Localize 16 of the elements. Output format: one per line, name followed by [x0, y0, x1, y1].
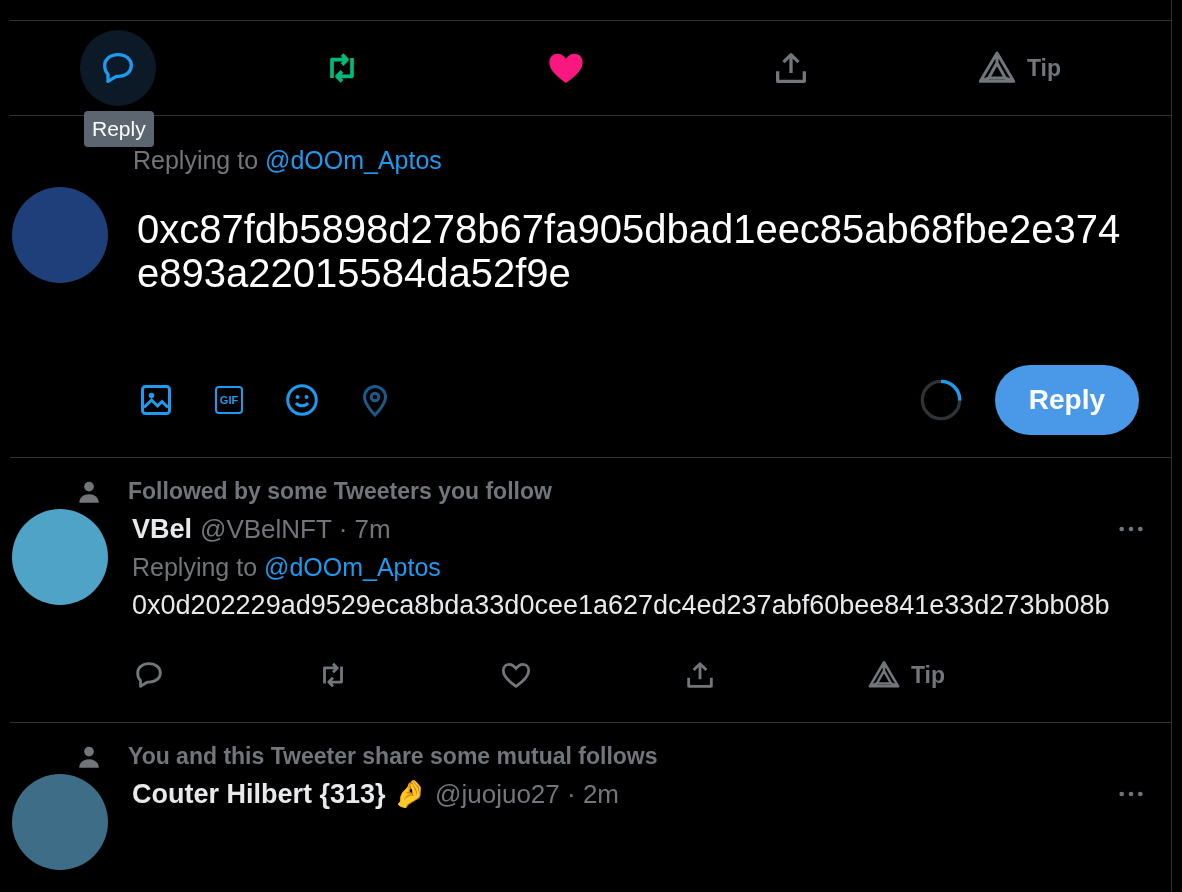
tooltip: Reply [84, 111, 154, 147]
display-name[interactable]: VBel [132, 513, 193, 545]
display-name[interactable]: Couter Hilbert {313} 🤌 [132, 778, 428, 810]
social-context: Followed by some Tweeters you follow [128, 478, 552, 505]
handle-and-time: @juojuo27 · 2m [435, 778, 620, 810]
tip-button[interactable]: Tip [976, 30, 1061, 106]
mention-link[interactable]: @dOOm_Aptos [264, 553, 441, 581]
handle-and-time: @VBelNFT · 7m [200, 513, 392, 545]
replying-to: Replying to @dOOm_Aptos [133, 146, 442, 175]
replying-to: Replying to @dOOm_Aptos [132, 553, 441, 582]
tweet-text: 0x0d202229ad9529eca8bda33d0cee1a627dc4ed237abf60bee841e33d273bb08b [132, 589, 1111, 622]
social-context: You and this Tweeter share some mutual follows [128, 743, 658, 770]
mention-link[interactable]: @dOOm_Aptos [265, 146, 442, 174]
character-counter [918, 378, 963, 422]
reply-input-field[interactable]: 0xc87fdb5898d278b67fa905dbad1eec85ab68fbe2e374e893a22015584da52f9e [137, 187, 1137, 295]
tip-button[interactable]: Tip [866, 658, 945, 692]
